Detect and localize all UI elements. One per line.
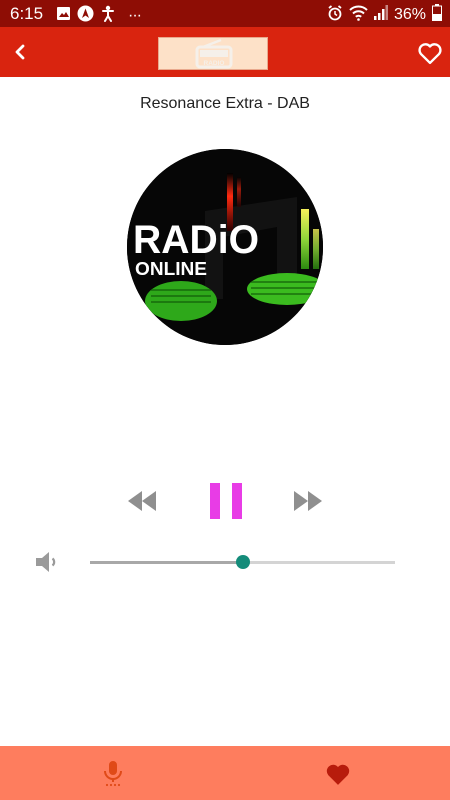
- rewind-icon: [128, 491, 156, 511]
- mic-icon: [104, 761, 122, 787]
- volume-slider-fill: [90, 561, 243, 564]
- status-icons-left: ···: [56, 5, 142, 27]
- app-logo: RADIO: [158, 37, 268, 70]
- pause-icon: [210, 483, 242, 519]
- station-title: Resonance Extra - DAB: [140, 95, 310, 112]
- artwork-title-text: RADiO: [133, 218, 259, 262]
- pause-button[interactable]: [208, 481, 244, 521]
- mic-button[interactable]: [101, 760, 125, 788]
- heart-icon: [326, 764, 350, 785]
- wifi-icon: [349, 5, 368, 26]
- signal-icon: [373, 5, 388, 25]
- heart-outline-icon: [418, 43, 442, 65]
- back-button[interactable]: [6, 37, 36, 67]
- logo-text: RADIO: [204, 60, 225, 67]
- chevron-left-icon: [15, 44, 25, 60]
- artwork-subtitle-text: ONLINE: [135, 259, 207, 279]
- status-bar: 6:15 ··· 36%: [0, 0, 450, 27]
- favorite-button[interactable]: [416, 39, 444, 67]
- alarm-icon: [327, 4, 343, 26]
- battery-icon: [432, 4, 442, 26]
- status-time: 6:15: [10, 4, 44, 23]
- fast-forward-button[interactable]: [292, 489, 324, 513]
- bottom-nav-bar: [0, 746, 450, 800]
- volume-slider-thumb[interactable]: [235, 555, 250, 569]
- station-artwork: RADiO ONLINE: [127, 149, 323, 345]
- battery-percent: 36%: [393, 6, 426, 23]
- image-icon: [56, 6, 71, 26]
- favorites-nav-button[interactable]: [325, 762, 351, 786]
- volume-icon[interactable]: [34, 549, 60, 575]
- status-icons-right: 36%: [327, 4, 442, 26]
- accessibility-icon: [100, 5, 116, 27]
- volume-slider[interactable]: [90, 555, 395, 569]
- rewind-button[interactable]: [126, 489, 158, 513]
- fast-forward-icon: [294, 491, 322, 511]
- nav-icon: [77, 5, 94, 27]
- overflow-dots: ···: [128, 7, 142, 24]
- app-toolbar: RADIO: [0, 27, 450, 77]
